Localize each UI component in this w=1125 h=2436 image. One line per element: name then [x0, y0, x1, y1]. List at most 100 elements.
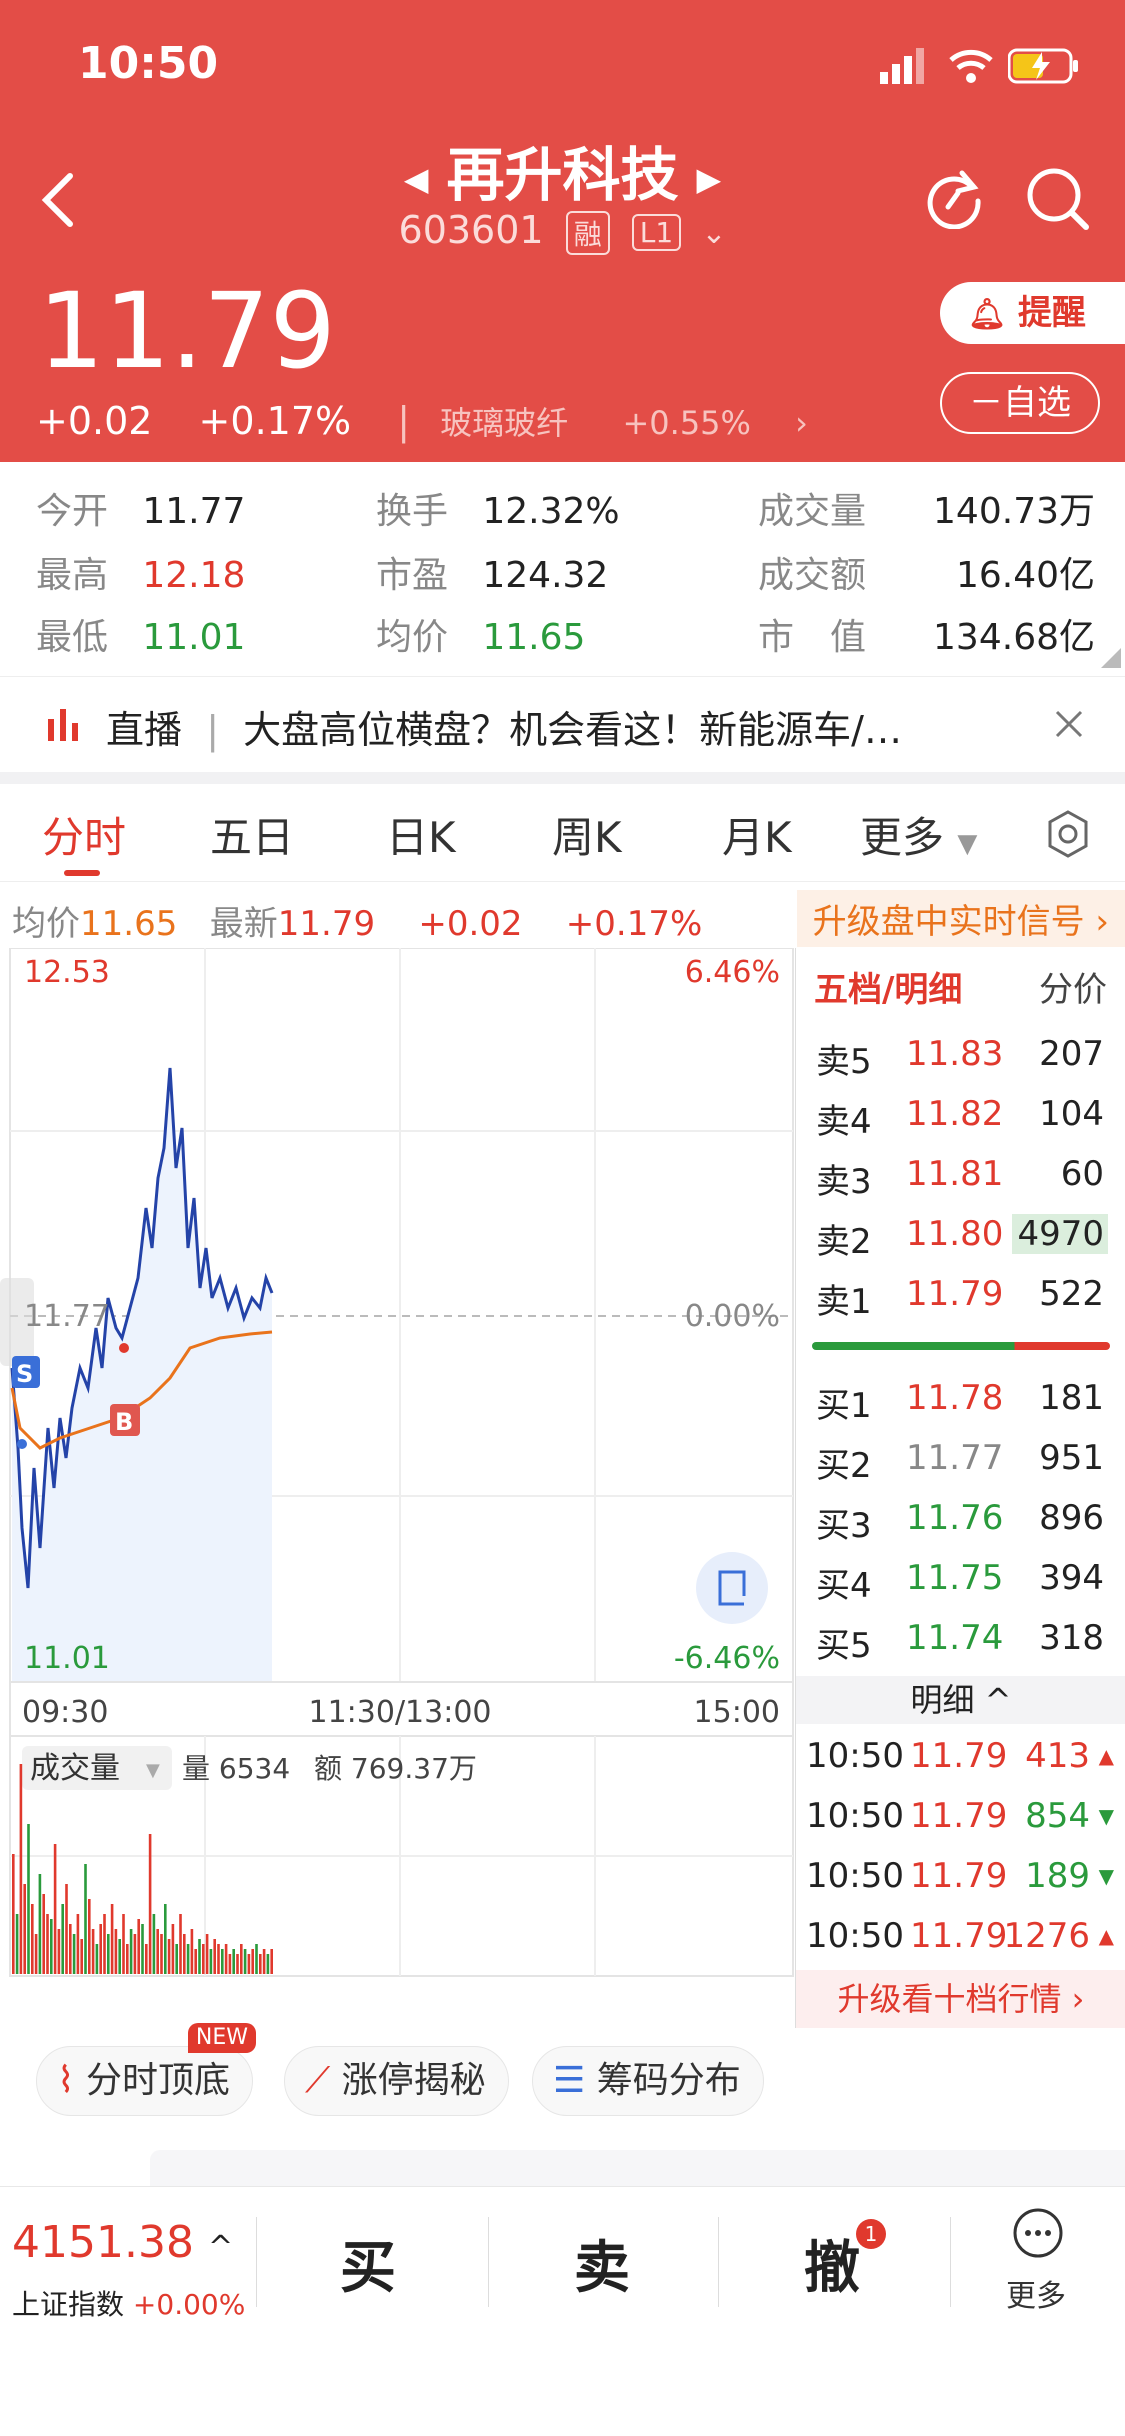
- close-icon[interactable]: [1054, 709, 1084, 739]
- high-label: 最高: [36, 555, 109, 596]
- sell-button[interactable]: 卖: [574, 2223, 630, 2304]
- remind-button[interactable]: 🔔︎ 提醒: [940, 282, 1125, 344]
- signal-icon: [880, 48, 924, 84]
- volume-bar: [190, 1929, 194, 1974]
- divider: [256, 2217, 257, 2307]
- limit-icon: ⟋: [305, 2060, 331, 2101]
- cancel-order-button[interactable]: 撤 1: [804, 2219, 886, 2304]
- info-change: +0.02: [418, 904, 523, 944]
- volume-bar: [209, 1949, 213, 1974]
- volume-bar: [103, 1914, 106, 1974]
- volume-bar: [88, 1899, 91, 1974]
- battery-icon: [1008, 48, 1078, 84]
- chevron-down-icon[interactable]: ⌄: [701, 216, 726, 251]
- chip-distribution-button[interactable]: ☰ 筹码分布: [532, 2046, 764, 2116]
- minus-icon: －: [969, 383, 1003, 423]
- volume-bar: [148, 1834, 152, 1974]
- upgrade-level2-link[interactable]: 升级看十档行情 ›: [796, 1970, 1125, 2028]
- settings-icon[interactable]: [1046, 810, 1090, 858]
- vol-amt-value: 769.37万: [351, 1752, 477, 1785]
- volume-bar: [255, 1944, 258, 1974]
- sell-marker-label: S: [16, 1360, 33, 1388]
- chart-tabs: 分时 五日 日K 周K 月K 更多 ▼: [0, 784, 1125, 882]
- index-expand-icon: ^: [207, 2230, 234, 2265]
- divider: [950, 2217, 951, 2307]
- volume-bar: [266, 1954, 270, 1974]
- status-time: 10:50: [78, 38, 219, 89]
- high-value: 12.18: [142, 555, 246, 596]
- pe-label: 市盈: [376, 555, 449, 596]
- upgrade-signal-link[interactable]: 升级盘中实时信号 ›: [796, 890, 1125, 947]
- tab-price-dist[interactable]: 分价: [1039, 962, 1107, 1011]
- top-pct-label: 6.46%: [685, 955, 780, 990]
- new-badge: NEW: [187, 2023, 257, 2053]
- mcap-label: 市 值: [758, 617, 867, 658]
- more-label[interactable]: 更多: [1006, 2271, 1066, 2315]
- volume-bar: [167, 1939, 171, 1974]
- tab-intraday[interactable]: 分时: [42, 804, 126, 865]
- svg-text:额 769.37万: 额 769.37万: [314, 1752, 477, 1785]
- info-change-pct: +0.17%: [565, 904, 703, 944]
- search-icon[interactable]: [1024, 165, 1090, 231]
- volume-bar: [57, 1929, 61, 1974]
- tab-daily-k[interactable]: 日K: [386, 804, 456, 865]
- price-change-row: +0.02 +0.17% | 玻璃玻纤 +0.55% ›: [36, 398, 842, 444]
- pe-value: 124.32: [482, 555, 609, 596]
- tab-monthly-k[interactable]: 月K: [722, 804, 792, 865]
- detail-toggle[interactable]: 明细 ^: [796, 1676, 1125, 1724]
- mcap-value: 134.68亿: [933, 617, 1095, 658]
- chart-info-row: 均价11.65 最新11.79 +0.02 +0.17% 升级盘中实时信号 ›: [0, 884, 1125, 948]
- price-area-fill: [12, 1068, 272, 1682]
- volume-bar: [202, 1944, 205, 1974]
- sector-link[interactable]: 玻璃玻纤 +0.55% ›: [440, 404, 808, 442]
- vol-qty-value: 6534: [219, 1752, 290, 1785]
- pill-label: 涨停揭秘: [341, 2060, 486, 2101]
- index-widget[interactable]: 4151.38 ^: [12, 2217, 233, 2268]
- info-latest-value: 11.79: [277, 904, 376, 944]
- price-change: +0.02: [36, 399, 153, 443]
- live-title: 大盘高位横盘？机会看这！新能源车/…: [243, 708, 902, 752]
- tab-more[interactable]: 更多 ▼: [860, 804, 977, 865]
- volume-bar: [137, 1919, 140, 1974]
- volume-bar: [99, 1924, 102, 1974]
- stock-code: 603601: [398, 208, 544, 252]
- stats-panel: 今开 11.77 最高 12.18 最低 11.01 换手 12.32% 市盈 …: [0, 462, 1125, 674]
- tab-weekly-k[interactable]: 周K: [552, 804, 622, 865]
- volume-bar: [156, 1929, 159, 1974]
- volume-bar: [133, 1934, 137, 1974]
- prev-stock-icon[interactable]: ◀: [404, 160, 429, 198]
- index-change: +0.00%: [132, 2288, 246, 2321]
- section-separator: [0, 772, 1125, 784]
- bottom-price-label: 11.01: [24, 1641, 110, 1676]
- intraday-top-bottom-button[interactable]: ⌇ 分时顶底 NEW: [36, 2023, 257, 2116]
- svg-text:量 6534: 量 6534: [182, 1752, 290, 1785]
- price-change-pct: +0.17%: [198, 399, 352, 443]
- more-icon[interactable]: [1012, 2207, 1064, 2259]
- tab-order-book[interactable]: 五档/明细: [814, 962, 962, 1011]
- mid-price-label: 11.77: [24, 1299, 110, 1334]
- volume-selector-label: 成交量: [30, 1751, 120, 1786]
- buy-button[interactable]: 买: [340, 2223, 396, 2304]
- volume-bar: [114, 1929, 118, 1974]
- refresh-icon[interactable]: [922, 165, 986, 229]
- active-tab-indicator: [64, 870, 100, 876]
- expand-corner-icon[interactable]: [1101, 648, 1121, 668]
- cancel-label: 撤: [804, 2236, 860, 2301]
- live-banner[interactable]: 直播 | 大盘高位横盘？机会看这！新能源车/…: [0, 676, 1125, 772]
- limit-up-secrets-button[interactable]: ⟋ 涨停揭秘: [284, 2046, 509, 2116]
- index-name: 上证指数: [12, 2288, 125, 2321]
- next-stock-icon[interactable]: ▶: [697, 160, 722, 198]
- volume-bar: [141, 1924, 144, 1974]
- fullscreen-button[interactable]: [696, 1552, 768, 1624]
- tab-five-day[interactable]: 五日: [210, 804, 294, 865]
- trend-icon: ⌇: [57, 2060, 75, 2101]
- add-watchlist-button[interactable]: －自选: [940, 372, 1100, 434]
- intraday-chart[interactable]: S B 12.53 6.46% 11.77 0.00% 11.01 -6.46%…: [0, 947, 795, 2028]
- volume-bar: [236, 1954, 239, 1974]
- volume-bar: [23, 1884, 26, 1974]
- amount-label: 成交额: [758, 555, 867, 596]
- wifi-icon: [949, 49, 993, 83]
- cancel-badge: 1: [856, 2219, 886, 2249]
- volume-bar: [50, 1919, 53, 1974]
- sector-change: +0.55%: [622, 404, 751, 442]
